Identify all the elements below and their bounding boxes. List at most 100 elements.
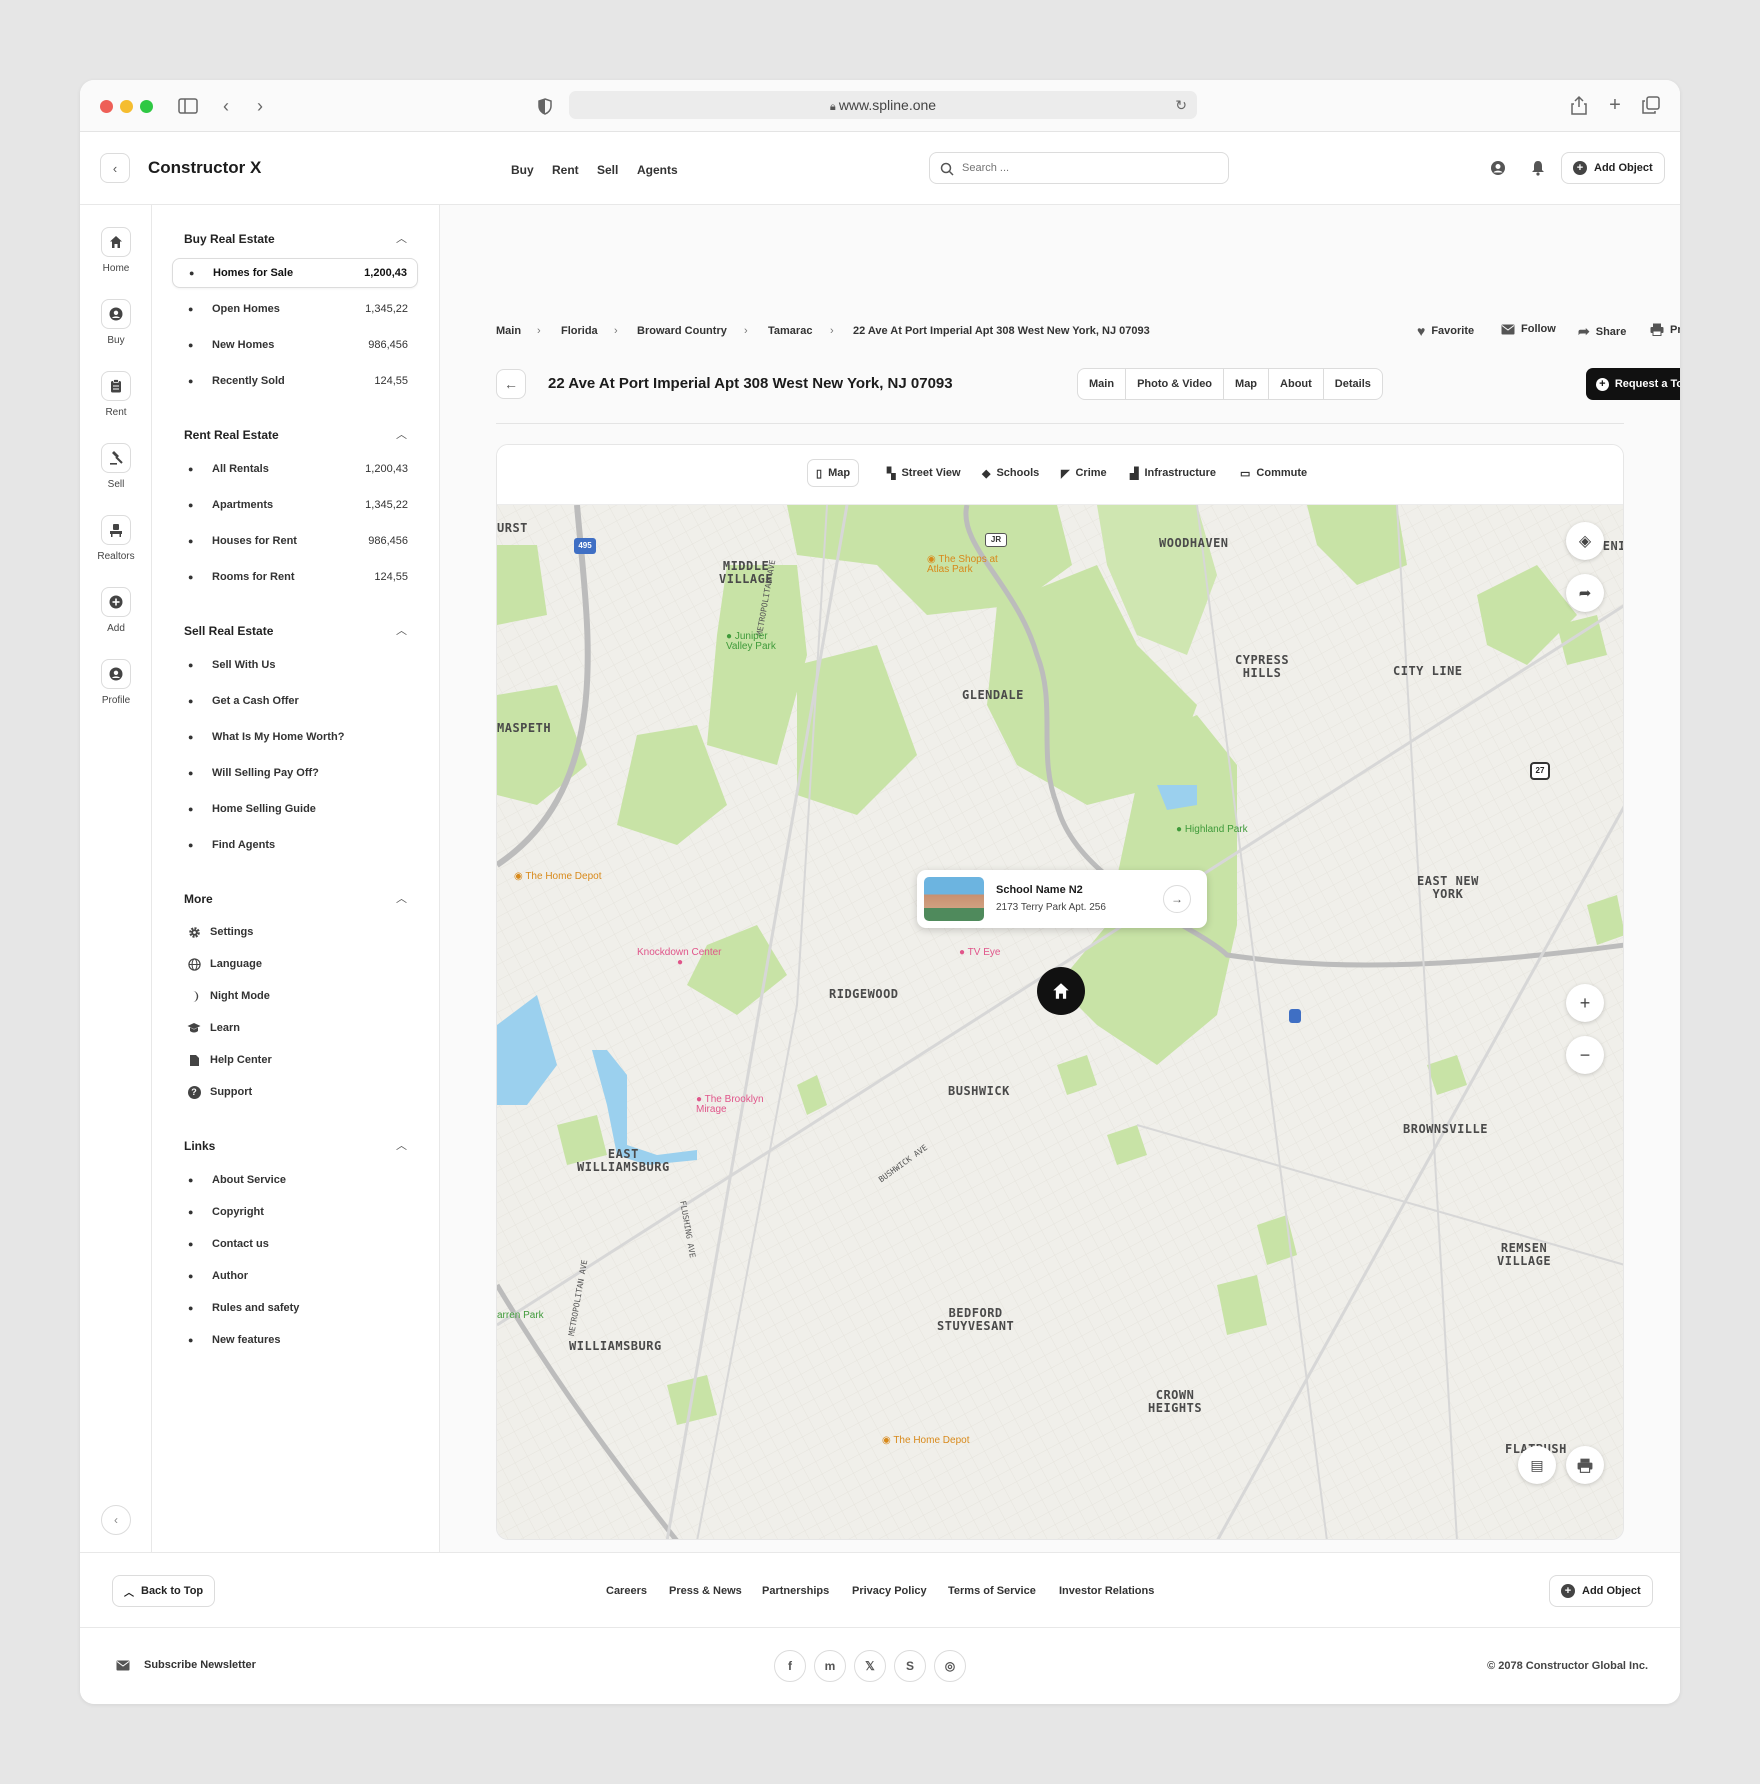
maximize-window-dot[interactable] (140, 100, 153, 113)
browser-forward-icon[interactable]: › (250, 94, 270, 118)
rail-item-realtors[interactable]: Realtors (80, 515, 152, 562)
x-icon[interactable]: 𝕏 (854, 1650, 886, 1682)
sidebar-item-open-homes[interactable]: ● Open Homes 1,345,22 (172, 294, 418, 324)
sidebar-item-selling-guide[interactable]: ● Home Selling Guide (172, 794, 418, 824)
tab-photo-video[interactable]: Photo & Video (1126, 369, 1225, 399)
arrow-right-icon[interactable]: → (1163, 885, 1191, 913)
footer-link-careers[interactable]: Careers (606, 1585, 647, 1597)
reload-icon[interactable]: ↻ (1175, 91, 1187, 119)
footer-link-privacy[interactable]: Privacy Policy (852, 1585, 927, 1597)
footer-link-press[interactable]: Press & News (669, 1585, 742, 1597)
rail-item-rent[interactable]: Rent (80, 371, 152, 418)
school-popup[interactable]: School Name N2 2173 Terry Park Apt. 256 … (917, 870, 1207, 928)
sidebar-item-about-service[interactable]: ● About Service (172, 1165, 418, 1195)
print-action[interactable]: Print (1650, 323, 1680, 336)
train-station-icon[interactable] (1289, 1009, 1301, 1023)
user-icon[interactable] (1488, 158, 1508, 178)
sidebar-item-rules[interactable]: ● Rules and safety (172, 1293, 418, 1323)
sidebar-item-home-worth[interactable]: ● What Is My Home Worth? (172, 722, 418, 752)
map-canvas[interactable]: URST MIDDLE VILLAGE WOODHAVEN DENI CYPRE… (497, 505, 1623, 1539)
sidebar-item-learn[interactable]: Learn (172, 1013, 418, 1043)
sidebar-item-language[interactable]: Language (172, 949, 418, 979)
shield-icon[interactable] (535, 95, 555, 117)
map-tab-infrastructure[interactable]: ▟ Infrastructure (1122, 459, 1224, 487)
sidebar-item-new-homes[interactable]: ● New Homes 986,456 (172, 330, 418, 360)
footer-add-object-button[interactable]: + Add Object (1549, 1575, 1653, 1607)
poi-home-depot-2[interactable]: ◉ The Home Depot (882, 1436, 969, 1446)
footer-link-investor[interactable]: Investor Relations (1059, 1585, 1154, 1597)
facebook-icon[interactable]: f (774, 1650, 806, 1682)
directions-button[interactable]: ➦ (1566, 574, 1604, 612)
back-to-top-button[interactable]: ︿ Back to Top (112, 1575, 216, 1607)
sidebar-item-contact-us[interactable]: ● Contact us (172, 1229, 418, 1259)
newsletter-link[interactable]: Subscribe Newsletter (116, 1659, 256, 1671)
breadcrumb-main[interactable]: Main (496, 325, 521, 337)
tabs-overview-icon[interactable] (1640, 94, 1662, 116)
sidebar-item-new-features[interactable]: ● New features (172, 1325, 418, 1355)
home-marker[interactable] (1037, 967, 1085, 1015)
sidebar-item-help-center[interactable]: Help Center (172, 1045, 418, 1075)
sidebar-item-support[interactable]: ? Support (172, 1077, 418, 1107)
sidebar-item-sell-with-us[interactable]: ● Sell With Us (172, 650, 418, 680)
tab-main[interactable]: Main (1078, 369, 1127, 399)
map-tab-crime[interactable]: ◤ Crime (1053, 459, 1115, 487)
address-bar[interactable]: 🔒︎ www.spline.one ↻ (569, 91, 1197, 119)
sidebar-item-settings[interactable]: Settings (172, 917, 418, 947)
new-tab-icon[interactable]: + (1604, 93, 1626, 117)
tab-map[interactable]: Map (1224, 369, 1270, 399)
add-object-button[interactable]: + Add Object (1561, 152, 1665, 184)
minimize-window-dot[interactable] (120, 100, 133, 113)
poi-highland-park[interactable]: ● Highland Park (1176, 825, 1248, 835)
breadcrumb-broward[interactable]: Broward Country (637, 325, 727, 337)
request-tour-button[interactable]: + Request a Tour (1586, 368, 1680, 400)
close-window-dot[interactable] (100, 100, 113, 113)
share-action[interactable]: ➦ Share (1578, 323, 1626, 340)
sidebar-item-apartments[interactable]: ● Apartments 1,345,22 (172, 490, 418, 520)
sidebar-item-selling-pay-off[interactable]: ● Will Selling Pay Off? (172, 758, 418, 788)
chevron-up-icon[interactable]: ︿ (396, 230, 407, 246)
favorite-action[interactable]: ♥ Favorite (1417, 323, 1474, 339)
sidebar-toggle-icon[interactable] (176, 94, 200, 118)
map-tab-street-view[interactable]: ▚ Street View (879, 459, 969, 487)
nav-agents[interactable]: Agents (637, 163, 678, 177)
poi-home-depot-1[interactable]: ◉ The Home Depot (514, 872, 601, 882)
sidebar-item-night-mode[interactable]: Night Mode (172, 981, 418, 1011)
rail-item-sell[interactable]: Sell (80, 443, 152, 490)
sidebar-item-author[interactable]: ● Author (172, 1261, 418, 1291)
rail-item-buy[interactable]: Buy (80, 299, 152, 346)
map-tab-map[interactable]: ▯ Map (807, 459, 860, 487)
chevron-up-icon[interactable]: ︿ (396, 1137, 407, 1153)
poi-juniper-valley-park[interactable]: ● Juniper Valley Park (726, 632, 776, 652)
collapse-rail-button[interactable]: ‹ (101, 1505, 131, 1535)
map-tab-schools[interactable]: ◆ Schools (974, 459, 1047, 487)
footer-link-partnerships[interactable]: Partnerships (762, 1585, 829, 1597)
rail-item-add[interactable]: Add (80, 587, 152, 634)
search-box[interactable] (929, 152, 1229, 184)
map-tab-commute[interactable]: ▭ Commute (1232, 459, 1315, 487)
instagram-icon[interactable]: ◎ (934, 1650, 966, 1682)
poi-knockdown-center[interactable]: Knockdown Center ● (637, 948, 722, 968)
layers-button[interactable]: ◈ (1566, 522, 1604, 560)
print-map-button[interactable] (1566, 1446, 1604, 1484)
chevron-up-icon[interactable]: ︿ (396, 426, 407, 442)
tab-about[interactable]: About (1269, 369, 1324, 399)
sidebar-item-recently-sold[interactable]: ● Recently Sold 124,55 (172, 366, 418, 396)
nav-sell[interactable]: Sell (597, 163, 618, 177)
poi-shops-atlas-park[interactable]: ◉ The Shops at Atlas Park (927, 555, 998, 575)
search-input[interactable] (962, 160, 1212, 176)
zoom-in-button[interactable]: + (1566, 984, 1604, 1022)
chevron-up-icon[interactable]: ︿ (396, 890, 407, 906)
header-back-button[interactable]: ‹ (100, 153, 130, 183)
breadcrumb-florida[interactable]: Florida (561, 325, 598, 337)
messenger-icon[interactable]: m (814, 1650, 846, 1682)
sidebar-item-find-agents[interactable]: ● Find Agents (172, 830, 418, 860)
sidebar-item-rooms-for-rent[interactable]: ● Rooms for Rent 124,55 (172, 562, 418, 592)
poi-arren-park[interactable]: arren Park (497, 1311, 544, 1321)
rail-item-profile[interactable]: Profile (80, 659, 152, 706)
sidebar-item-copyright[interactable]: ● Copyright (172, 1197, 418, 1227)
tab-details[interactable]: Details (1324, 369, 1382, 399)
chevron-up-icon[interactable]: ︿ (396, 622, 407, 638)
bell-icon[interactable] (1528, 158, 1548, 178)
share-browser-icon[interactable] (1568, 93, 1590, 117)
sidebar-item-homes-for-sale[interactable]: ● Homes for Sale 1,200,43 (172, 258, 418, 288)
